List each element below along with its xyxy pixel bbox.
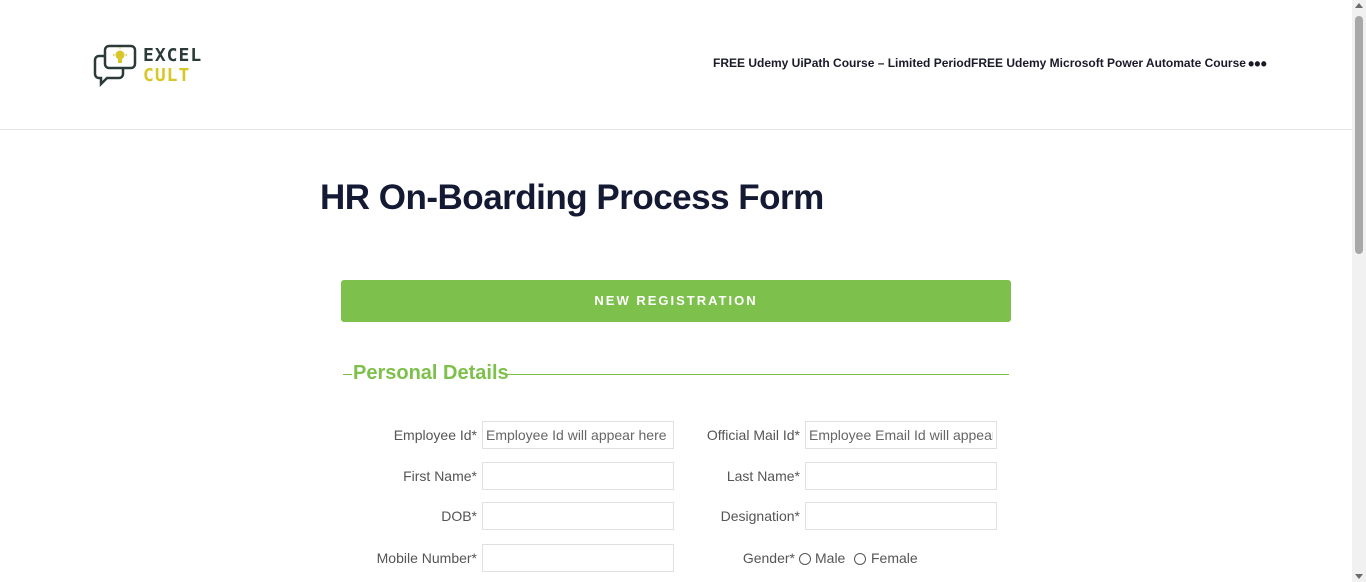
employee-id-label: Employee Id* (393, 427, 477, 443)
official-mail-input[interactable] (805, 421, 997, 449)
gender-male-label: Male (815, 550, 846, 566)
more-menu-icon[interactable]: ••• (1248, 54, 1267, 75)
gender-female-label: Female (871, 550, 918, 566)
section-divider-left (343, 374, 352, 375)
designation-input[interactable] (805, 502, 997, 530)
gender-label: Gender* (742, 550, 795, 566)
scrollbar-thumb[interactable] (1355, 16, 1363, 254)
dob-label: DOB* (441, 508, 477, 524)
first-name-label: First Name* (403, 468, 477, 484)
vertical-scrollbar[interactable] (1352, 0, 1366, 582)
last-name-input[interactable] (805, 462, 997, 490)
mobile-number-label: Mobile Number* (376, 550, 477, 566)
site-header: EXCEL CULT FREE Udemy UiPath Course – Li… (0, 0, 1352, 130)
last-name-label: Last Name* (726, 468, 800, 484)
nav-link-uipath-course[interactable]: FREE Udemy UiPath Course – Limited Perio… (713, 56, 971, 70)
logo-line-cult: CULT (143, 65, 191, 86)
gender-female-radio[interactable] (854, 553, 866, 565)
nav-link-power-automate-course[interactable]: FREE Udemy Microsoft Power Automate Cour… (971, 56, 1246, 70)
scroll-up-arrow-icon[interactable] (1355, 3, 1363, 8)
new-registration-button[interactable]: NEW REGISTRATION (341, 280, 1011, 322)
logo-line-excel: EXCEL (143, 45, 203, 66)
official-mail-label: Official Mail Id* (706, 427, 800, 443)
designation-label: Designation* (720, 508, 800, 524)
chat-bulb-icon (93, 44, 137, 88)
section-title-personal-details: Personal Details (353, 362, 509, 384)
logo-wordmark: EXCEL CULT (143, 46, 202, 86)
excelcult-logo[interactable]: EXCEL CULT (93, 44, 213, 88)
dob-input[interactable] (482, 502, 674, 530)
section-divider-right (505, 374, 1009, 375)
scroll-down-arrow-icon[interactable] (1355, 574, 1363, 579)
first-name-input[interactable] (482, 462, 674, 490)
employee-id-input[interactable] (482, 421, 674, 449)
page-title: HR On-Boarding Process Form (320, 178, 824, 217)
gender-male-radio[interactable] (799, 553, 811, 565)
